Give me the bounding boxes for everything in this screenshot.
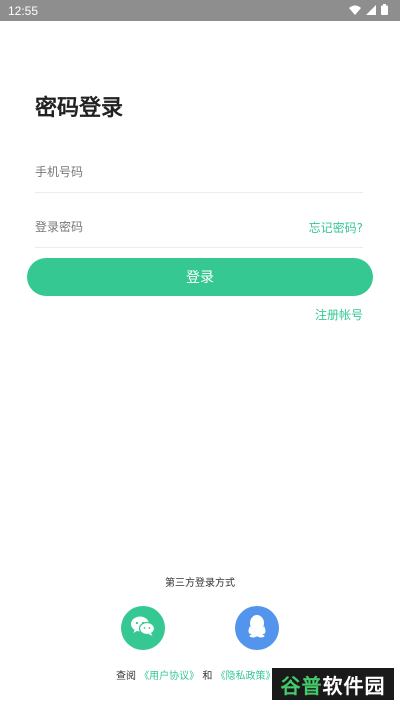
wifi-icon [349, 4, 361, 18]
password-field[interactable]: 忘记密码? [35, 213, 363, 248]
register-link[interactable]: 注册帐号 [315, 306, 363, 323]
signal-icon [366, 4, 376, 18]
phone-input[interactable] [35, 158, 275, 186]
user-agreement-link[interactable]: 《用户协议》 [139, 671, 199, 682]
phone-field[interactable] [35, 158, 363, 193]
password-input[interactable] [35, 213, 275, 241]
watermark-part2: 软件园 [322, 673, 386, 698]
status-time: 12:55 [8, 3, 39, 18]
third-party-title: 第三方登录方式 [165, 578, 235, 589]
status-bar: 12:55 [0, 0, 400, 21]
battery-icon [381, 3, 388, 18]
agreement-and: 和 [202, 671, 213, 682]
page-title: 密码登录 [35, 96, 124, 121]
agreement-text: 查阅 《用户协议》 和 《隐私政策》 [116, 667, 276, 682]
wechat-login-button[interactable] [121, 606, 165, 650]
privacy-policy-link[interactable]: 《隐私政策》 [216, 671, 276, 682]
qq-icon [247, 614, 267, 642]
status-icons [349, 3, 388, 18]
forgot-password-link[interactable]: 忘记密码? [309, 219, 363, 236]
qq-login-button[interactable] [235, 606, 279, 650]
watermark-part1: 谷普 [280, 673, 323, 698]
watermark-logo: 谷普 软件园 [272, 668, 394, 700]
login-button[interactable]: 登录 [27, 258, 373, 296]
wechat-icon [130, 615, 156, 641]
agreement-prefix: 查阅 [116, 671, 136, 682]
